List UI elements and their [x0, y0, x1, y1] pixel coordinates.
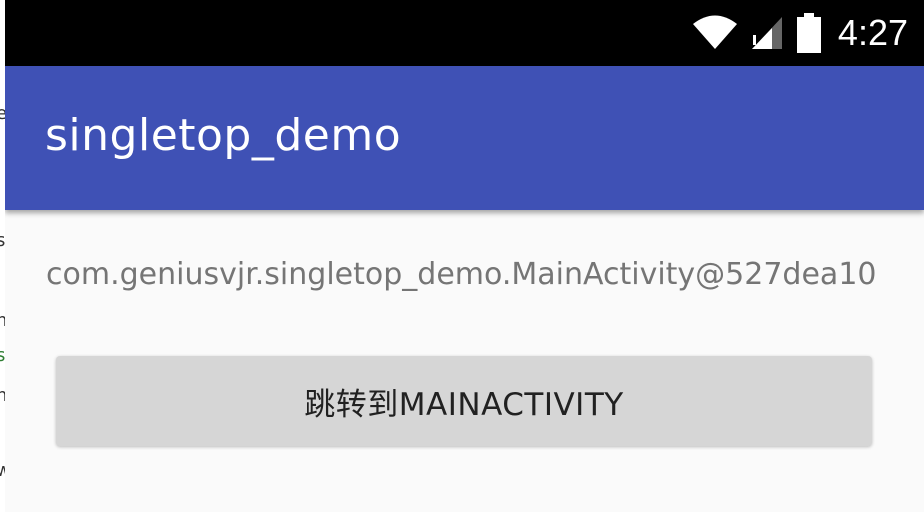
status-time: 4:27 — [837, 12, 908, 53]
background-text-fragment: n — [0, 385, 5, 406]
activity-instance-text: com.geniusvjr.singletop_demo.MainActivit… — [46, 257, 877, 292]
background-text-fragment: n — [0, 310, 5, 331]
jump-to-main-activity-button[interactable]: 跳转到MAINACTIVITY — [56, 356, 872, 446]
background-window-edge: e s n s n w — [0, 0, 5, 512]
background-text-fragment: w — [0, 460, 5, 481]
background-text-fragment: s — [0, 345, 5, 366]
cell-signal-icon — [750, 15, 784, 51]
background-text-fragment: e — [0, 103, 5, 124]
page-title: singletop_demo — [45, 110, 402, 161]
status-bar: 4:27 — [5, 0, 924, 66]
main-content: com.geniusvjr.singletop_demo.MainActivit… — [5, 210, 924, 512]
battery-icon — [796, 13, 822, 53]
wifi-icon — [692, 15, 738, 51]
app-bar: singletop_demo — [5, 66, 924, 210]
background-text-fragment: s — [0, 230, 5, 251]
device-screen: e s n s n w 4:27 singletop_demo — [0, 0, 924, 512]
